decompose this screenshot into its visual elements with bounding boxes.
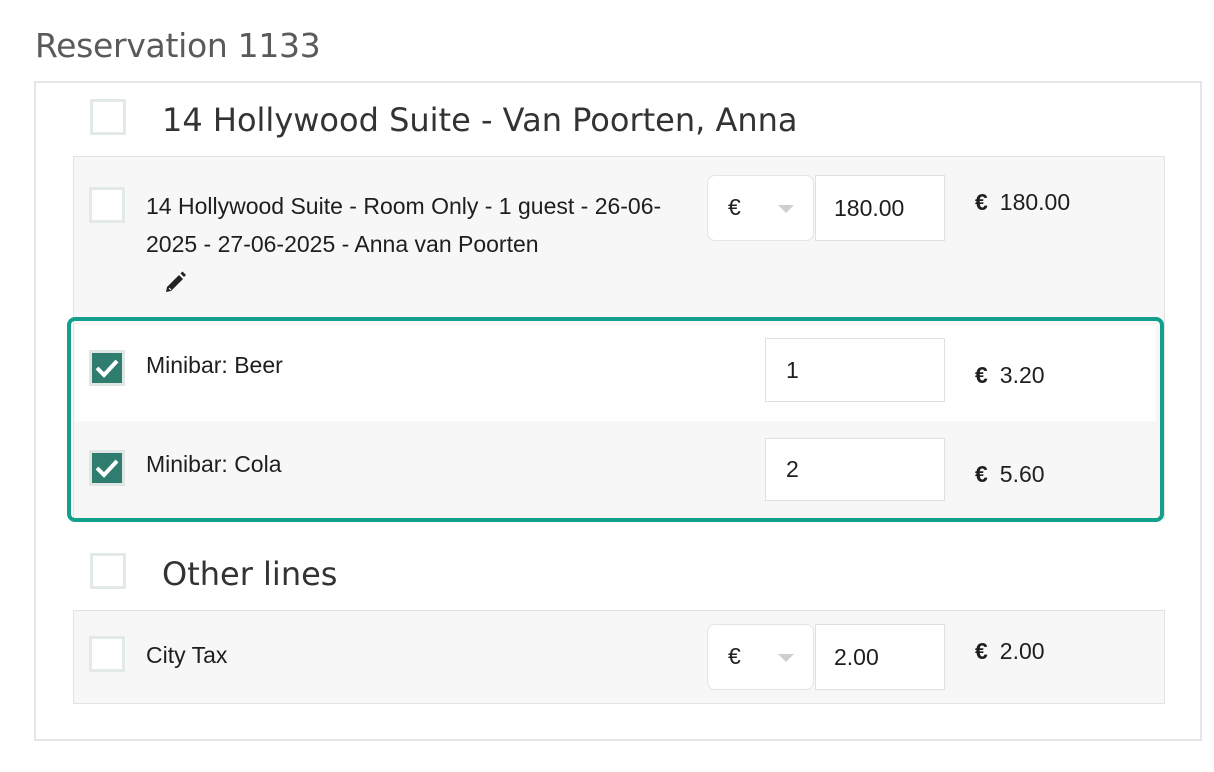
city-tax-currency-select[interactable]: €	[707, 624, 814, 690]
other-group-checkbox[interactable]	[90, 553, 126, 589]
room-group-checkbox[interactable]	[90, 99, 126, 135]
room-line-description-1: 14 Hollywood Suite - Room Only - 1 guest…	[146, 193, 662, 219]
chevron-down-icon	[778, 205, 794, 213]
pencil-icon[interactable]	[163, 268, 189, 299]
room-line-price-value: 180.00	[999, 189, 1071, 215]
checkmark-icon	[95, 359, 119, 378]
minibar-cola-quantity-input[interactable]	[766, 439, 944, 500]
room-line-description-2: 2025 - 27-06-2025 - Anna van Poorten	[146, 231, 539, 257]
city-tax-description: City Tax	[146, 642, 228, 668]
page-title: Reservation 1133	[35, 26, 321, 65]
room-line-amount-input[interactable]	[816, 176, 944, 240]
city-tax-price: €2.00	[975, 638, 1045, 665]
room-line-amount-field[interactable]	[815, 175, 945, 241]
room-line-price-currency: €	[975, 189, 988, 215]
city-tax-currency-value: €	[728, 643, 741, 669]
minibar-beer-description: Minibar: Beer	[146, 352, 283, 378]
city-tax-checkbox[interactable]	[89, 636, 125, 672]
chevron-down-icon	[778, 654, 794, 662]
room-line-currency-value: €	[728, 194, 741, 220]
minibar-beer-price-value: 3.20	[999, 362, 1045, 388]
city-tax-price-currency: €	[975, 638, 988, 664]
minibar-cola-price-value: 5.60	[999, 461, 1045, 487]
room-group-title: 14 Hollywood Suite - Van Poorten, Anna	[162, 101, 798, 139]
city-tax-amount-field[interactable]	[815, 624, 945, 690]
minibar-beer-checkbox[interactable]	[89, 350, 125, 386]
other-group-title: Other lines	[162, 555, 338, 593]
minibar-cola-price-currency: €	[975, 461, 988, 487]
minibar-beer-quantity-field[interactable]	[765, 338, 945, 402]
checkmark-icon	[95, 459, 119, 478]
city-tax-amount-input[interactable]	[816, 625, 944, 689]
minibar-cola-price: €5.60	[975, 461, 1045, 488]
city-tax-price-value: 2.00	[999, 638, 1045, 664]
room-line-currency-select[interactable]: €	[707, 175, 814, 241]
room-line-checkbox[interactable]	[89, 187, 125, 223]
minibar-cola-quantity-field[interactable]	[765, 438, 945, 501]
room-line-price: €180.00	[975, 189, 1070, 216]
minibar-beer-price-currency: €	[975, 362, 988, 388]
minibar-cola-description: Minibar: Cola	[146, 451, 282, 477]
minibar-beer-price: €3.20	[975, 362, 1045, 389]
minibar-cola-checkbox[interactable]	[89, 450, 125, 486]
minibar-beer-quantity-input[interactable]	[766, 339, 944, 401]
